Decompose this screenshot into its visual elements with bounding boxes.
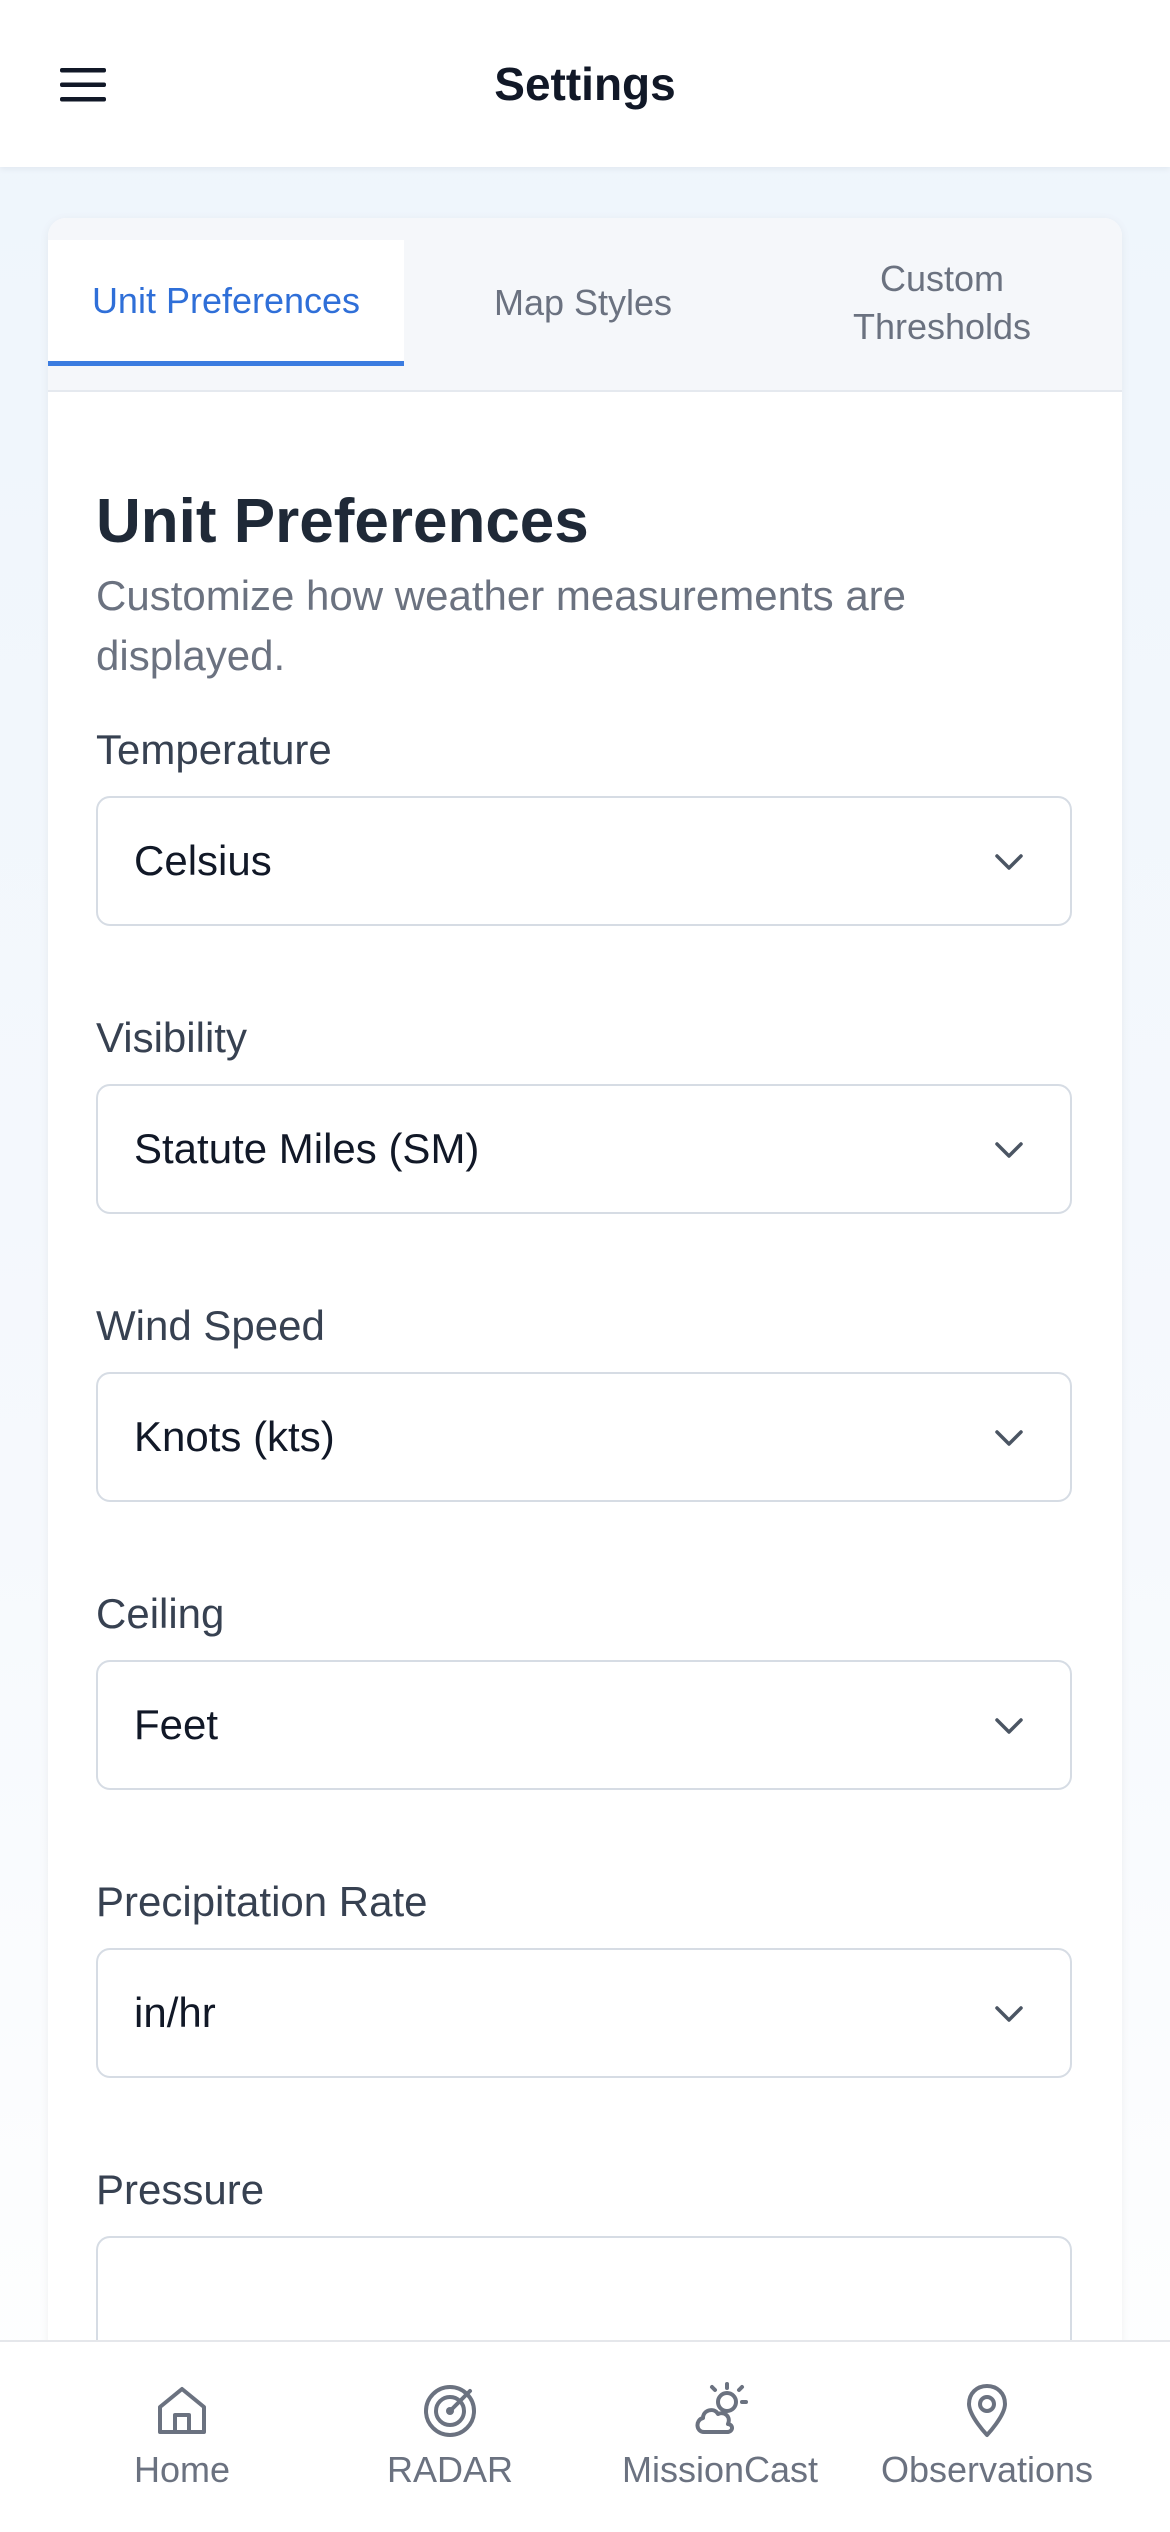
- temperature-select[interactable]: Celsius: [96, 796, 1072, 926]
- wind-speed-label: Wind Speed: [96, 1302, 325, 1349]
- settings-screen: Settings Unit Preferences Map Styles Cus…: [0, 0, 1170, 2532]
- ceiling-label: Ceiling: [96, 1590, 225, 1637]
- tab-bar: Unit Preferences Map Styles Custom Thres…: [48, 218, 1122, 392]
- chevron-down-icon: [995, 1142, 1023, 1158]
- precipitation-rate-select[interactable]: in/hr: [96, 1948, 1072, 2078]
- visibility-select[interactable]: Statute Miles (SM): [96, 1084, 1072, 1214]
- chevron-down-icon: [995, 2006, 1023, 2022]
- select-value: Knots (kts): [134, 1413, 335, 1460]
- nav-label: Observations: [880, 2449, 1094, 2490]
- bottom-navigation: Home RADAR MissionCast Observations: [0, 2340, 1170, 2532]
- chevron-down-icon: [995, 1718, 1023, 1734]
- tab-label: Custom Thresholds: [852, 258, 1032, 347]
- select-value: Celsius: [134, 837, 272, 884]
- section-description: Customize how weather measurements are d…: [96, 572, 907, 679]
- select-value: in/hr: [134, 1989, 216, 2036]
- nav-radar[interactable]: RADAR: [350, 2342, 550, 2532]
- tab-label: Unit Preferences: [91, 279, 361, 321]
- ceiling-select[interactable]: Feet: [96, 1660, 1072, 1790]
- tab-unit-preferences[interactable]: Unit Preferences: [48, 240, 404, 366]
- map-pin-icon: [967, 2384, 1007, 2437]
- page-title: Settings: [494, 58, 676, 110]
- chevron-down-icon: [995, 854, 1023, 870]
- nav-missioncast[interactable]: MissionCast: [600, 2342, 840, 2532]
- weather-cloud-sun-icon: [695, 2382, 748, 2434]
- precipitation-rate-label: Precipitation Rate: [96, 1878, 428, 1925]
- select-value: Feet: [134, 1701, 219, 1748]
- select-value: Statute Miles (SM): [134, 1125, 480, 1172]
- nav-observations[interactable]: Observations: [862, 2342, 1112, 2532]
- nav-home[interactable]: Home: [82, 2342, 282, 2532]
- pressure-label: Pressure: [96, 2166, 265, 2213]
- nav-label: RADAR: [386, 2449, 514, 2490]
- tab-label: Map Styles: [493, 282, 673, 323]
- nav-label: Home: [133, 2449, 231, 2490]
- tab-map-styles[interactable]: Map Styles: [404, 240, 762, 366]
- visibility-label: Visibility: [96, 1014, 247, 1061]
- temperature-label: Temperature: [96, 726, 332, 773]
- section-title: Unit Preferences: [96, 487, 589, 556]
- home-icon: [158, 2387, 206, 2434]
- tab-custom-thresholds[interactable]: Custom Thresholds: [762, 240, 1122, 366]
- wind-speed-select[interactable]: Knots (kts): [96, 1372, 1072, 1502]
- radar-icon: [424, 2385, 476, 2437]
- settings-card: Unit Preferences Map Styles Custom Thres…: [48, 218, 1122, 2532]
- top-app-bar: Settings: [0, 0, 1170, 167]
- nav-label: MissionCast: [621, 2449, 819, 2490]
- chevron-down-icon: [995, 1430, 1023, 1446]
